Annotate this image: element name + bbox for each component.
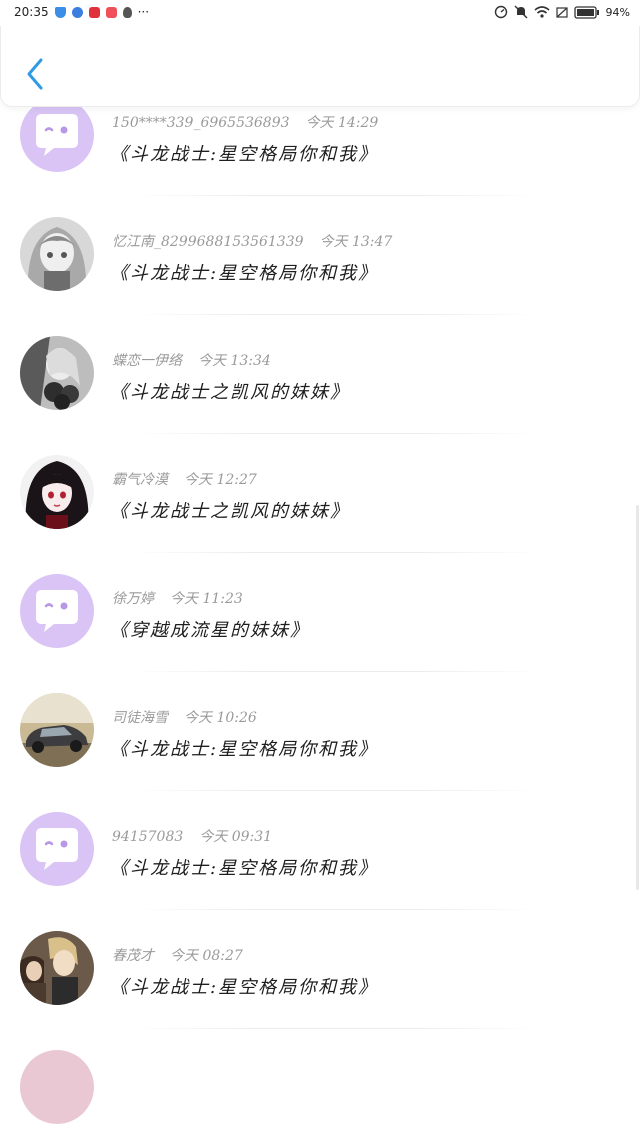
chevron-left-icon — [27, 58, 43, 90]
comment-meta: 霸气冷漠 今天 12:27 — [112, 469, 257, 489]
status-right: 94% — [494, 5, 630, 19]
comment-meta: 94157083 今天 09:31 — [112, 826, 272, 846]
username[interactable]: 徐万婷 — [112, 591, 154, 607]
comment-item[interactable]: 霸气冷漠 今天 12:27 《斗龙战士之凯风的妹妹》 — [0, 455, 640, 574]
book-title-link[interactable]: 《斗龙战士:星空格局你和我》 — [110, 259, 378, 285]
wifi-icon — [534, 6, 550, 18]
qq-penguin-icon — [122, 6, 132, 18]
comment-time: 今天 10:26 — [184, 710, 257, 726]
comment-time: 今天 09:31 — [199, 829, 273, 845]
status-time: 20:35 — [14, 5, 49, 19]
row-divider — [130, 314, 540, 315]
row-divider — [130, 1028, 540, 1029]
book-title-link[interactable]: 《斗龙战士之凯风的妹妹》 — [110, 497, 350, 523]
comment-time: 今天 12:27 — [184, 472, 257, 488]
comment-time: 今天 13:47 — [319, 234, 393, 250]
book-title-link[interactable]: 《斗龙战士:星空格局你和我》 — [110, 735, 378, 761]
book-title-link[interactable]: 《斗龙战士:星空格局你和我》 — [110, 140, 378, 166]
row-divider — [130, 552, 540, 553]
username[interactable]: 忆江南_8299688153561339 — [112, 234, 304, 250]
user-avatar[interactable] — [20, 574, 94, 648]
comment-time: 今天 08:27 — [170, 948, 243, 964]
book-title-link[interactable]: 《斗龙战士之凯风的妹妹》 — [110, 378, 350, 404]
comment-item[interactable]: 150****339_6965536893 今天 14:29 《斗龙战士:星空格局你… — [0, 98, 640, 217]
red-app-icon-2 — [105, 6, 117, 18]
scrollbar[interactable] — [636, 505, 639, 890]
status-bar: 20:35 ··· 94% — [0, 0, 640, 26]
user-avatar[interactable] — [20, 812, 94, 886]
status-left: 20:35 ··· — [14, 5, 149, 19]
user-avatar[interactable] — [20, 98, 94, 172]
comment-meta: 150****339_6965536893 今天 14:29 — [112, 112, 378, 132]
comment-meta: 忆江南_8299688153561339 今天 13:47 — [112, 231, 392, 251]
book-title-link[interactable]: 《斗龙战士:星空格局你和我》 — [110, 854, 378, 880]
battery-icon — [573, 5, 599, 19]
row-divider — [130, 433, 540, 434]
username[interactable]: 霸气冷漠 — [112, 472, 168, 488]
comment-meta: 司徒海雪 今天 10:26 — [112, 707, 257, 727]
signal-off-icon — [555, 7, 568, 18]
book-title-link[interactable]: 《穿越成流星的妹妹》 — [110, 616, 310, 642]
username[interactable]: 94157083 — [112, 829, 183, 845]
username[interactable]: 司徒海雪 — [112, 710, 168, 726]
user-avatar[interactable] — [20, 931, 94, 1005]
comment-time: 今天 14:29 — [305, 115, 379, 131]
row-divider — [130, 671, 540, 672]
browser-app-icon — [71, 6, 83, 18]
user-avatar[interactable] — [20, 217, 94, 291]
book-title-link[interactable]: 《斗龙战士:星空格局你和我》 — [110, 973, 378, 999]
username[interactable]: 150****339_6965536893 — [112, 115, 290, 131]
next-user-avatar[interactable] — [20, 1050, 94, 1124]
comment-time: 今天 11:23 — [170, 591, 243, 607]
comment-meta: 徐万婷 今天 11:23 — [112, 588, 243, 608]
comment-item[interactable]: 蝶恋一伊络 今天 13:34 《斗龙战士之凯风的妹妹》 — [0, 336, 640, 455]
battery-level: 94% — [605, 5, 630, 19]
comment-meta: 蝶恋一伊络 今天 13:34 — [112, 350, 271, 370]
username[interactable]: 蝶恋一伊络 — [112, 353, 182, 369]
username[interactable]: 春茂才 — [112, 948, 154, 964]
comment-item[interactable]: 94157083 今天 09:31 《斗龙战士:星空格局你和我》 — [0, 812, 640, 931]
comment-item[interactable]: 春茂才 今天 08:27 《斗龙战士:星空格局你和我》 — [0, 931, 640, 1050]
comment-time: 今天 13:34 — [198, 353, 271, 369]
row-divider — [130, 790, 540, 791]
top-bar — [0, 26, 640, 107]
back-button[interactable] — [21, 54, 51, 94]
speed-gauge-icon — [494, 5, 507, 19]
comment-item[interactable]: 忆江南_8299688153561339 今天 13:47 《斗龙战士:星空格局你和… — [0, 217, 640, 336]
more-notifications-icon: ··· — [137, 5, 150, 19]
red-app-icon — [88, 6, 100, 18]
comment-item[interactable]: 司徒海雪 今天 10:26 《斗龙战士:星空格局你和我》 — [0, 693, 640, 812]
shield-app-icon — [54, 6, 66, 18]
user-avatar[interactable] — [20, 455, 94, 529]
user-avatar[interactable] — [20, 693, 94, 767]
user-avatar[interactable] — [20, 336, 94, 410]
row-divider — [130, 909, 540, 910]
mute-bell-icon — [514, 5, 528, 19]
row-divider — [130, 195, 540, 196]
comment-meta: 春茂才 今天 08:27 — [112, 945, 243, 965]
comment-item[interactable]: 徐万婷 今天 11:23 《穿越成流星的妹妹》 — [0, 574, 640, 693]
